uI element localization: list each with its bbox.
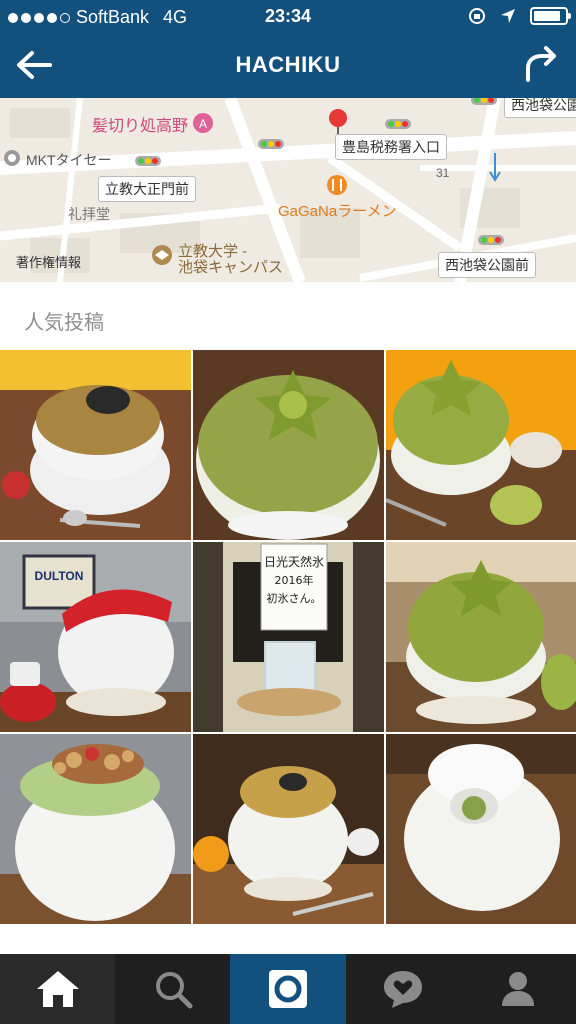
post-thumbnail[interactable]: DULTON [0,542,191,732]
place-poi-icon [4,150,20,166]
tab-profile[interactable] [461,954,576,1024]
profile-icon [502,972,535,1006]
svg-text:初氷さん。: 初氷さん。 [267,591,322,605]
camera-icon [269,970,307,1008]
map-label-mkt: MKTタイセー [26,152,112,168]
map-label-park-front: 西池袋公園前 [438,252,536,278]
tab-bar [0,954,576,1024]
salon-poi-icon: A [193,113,213,133]
tab-home[interactable] [0,954,116,1024]
svg-text:A: A [199,117,207,131]
map-label-tax-office: 豊島税務署入口 [335,134,447,160]
restaurant-poi-icon [327,175,347,195]
post-thumbnail[interactable] [0,350,191,540]
map-label-chapel: 礼拝堂 [68,206,110,222]
post-thumbnail[interactable] [386,350,576,540]
nav-bar: HACHIKU [0,34,576,98]
map-copyright-link[interactable]: 著作権情報 [16,252,81,271]
location-map[interactable]: A 髪切り処高野 MKTタイセー 豊島税務署入口 立教大正門前 礼拝堂 GaGa… [0,98,576,282]
map-label-campus-2: 池袋キャンパス [178,259,284,276]
section-title: 人気投稿 [24,312,104,334]
traffic-light-icon [135,156,161,166]
post-thumbnail[interactable] [193,734,384,924]
traffic-light-icon [258,139,284,149]
dulton-sign: DULTON [35,569,84,583]
post-thumbnail[interactable] [386,734,576,924]
status-bar: SoftBank 4G 23:34 [0,0,576,34]
post-thumbnail[interactable]: 日光天然氷 2016年 初氷さん。 [193,542,384,732]
tab-camera[interactable] [230,954,346,1024]
post-thumbnail[interactable] [386,542,576,732]
share-arrow-icon[interactable] [522,46,558,82]
svg-text:2016年: 2016年 [275,573,314,587]
battery-icon [530,7,571,25]
page-title: HACHIKU [235,52,341,77]
traffic-light-icon [385,119,411,129]
traffic-light-icon [478,235,504,245]
map-label-ramen: GaGaNaラーメン [278,203,397,220]
orientation-lock-icon [469,8,485,24]
map-label-park-top: 西池袋公園 [504,98,576,118]
activity-icon [384,971,423,1008]
location-icon [501,9,515,23]
tab-search[interactable] [115,954,230,1024]
map-block-number: 31 [436,166,450,180]
traffic-light-icon [471,98,497,105]
home-icon [36,971,79,1007]
tab-activity[interactable] [346,954,461,1024]
post-thumbnail[interactable] [193,350,384,540]
map-label-barber: 髪切り処高野 [92,118,189,135]
school-poi-icon [152,245,172,265]
map-label-rikkyo-gate: 立教大正門前 [98,176,196,202]
post-thumbnail[interactable] [0,734,191,924]
svg-text:日光天然氷: 日光天然氷 [264,554,324,569]
search-icon [155,972,193,1009]
